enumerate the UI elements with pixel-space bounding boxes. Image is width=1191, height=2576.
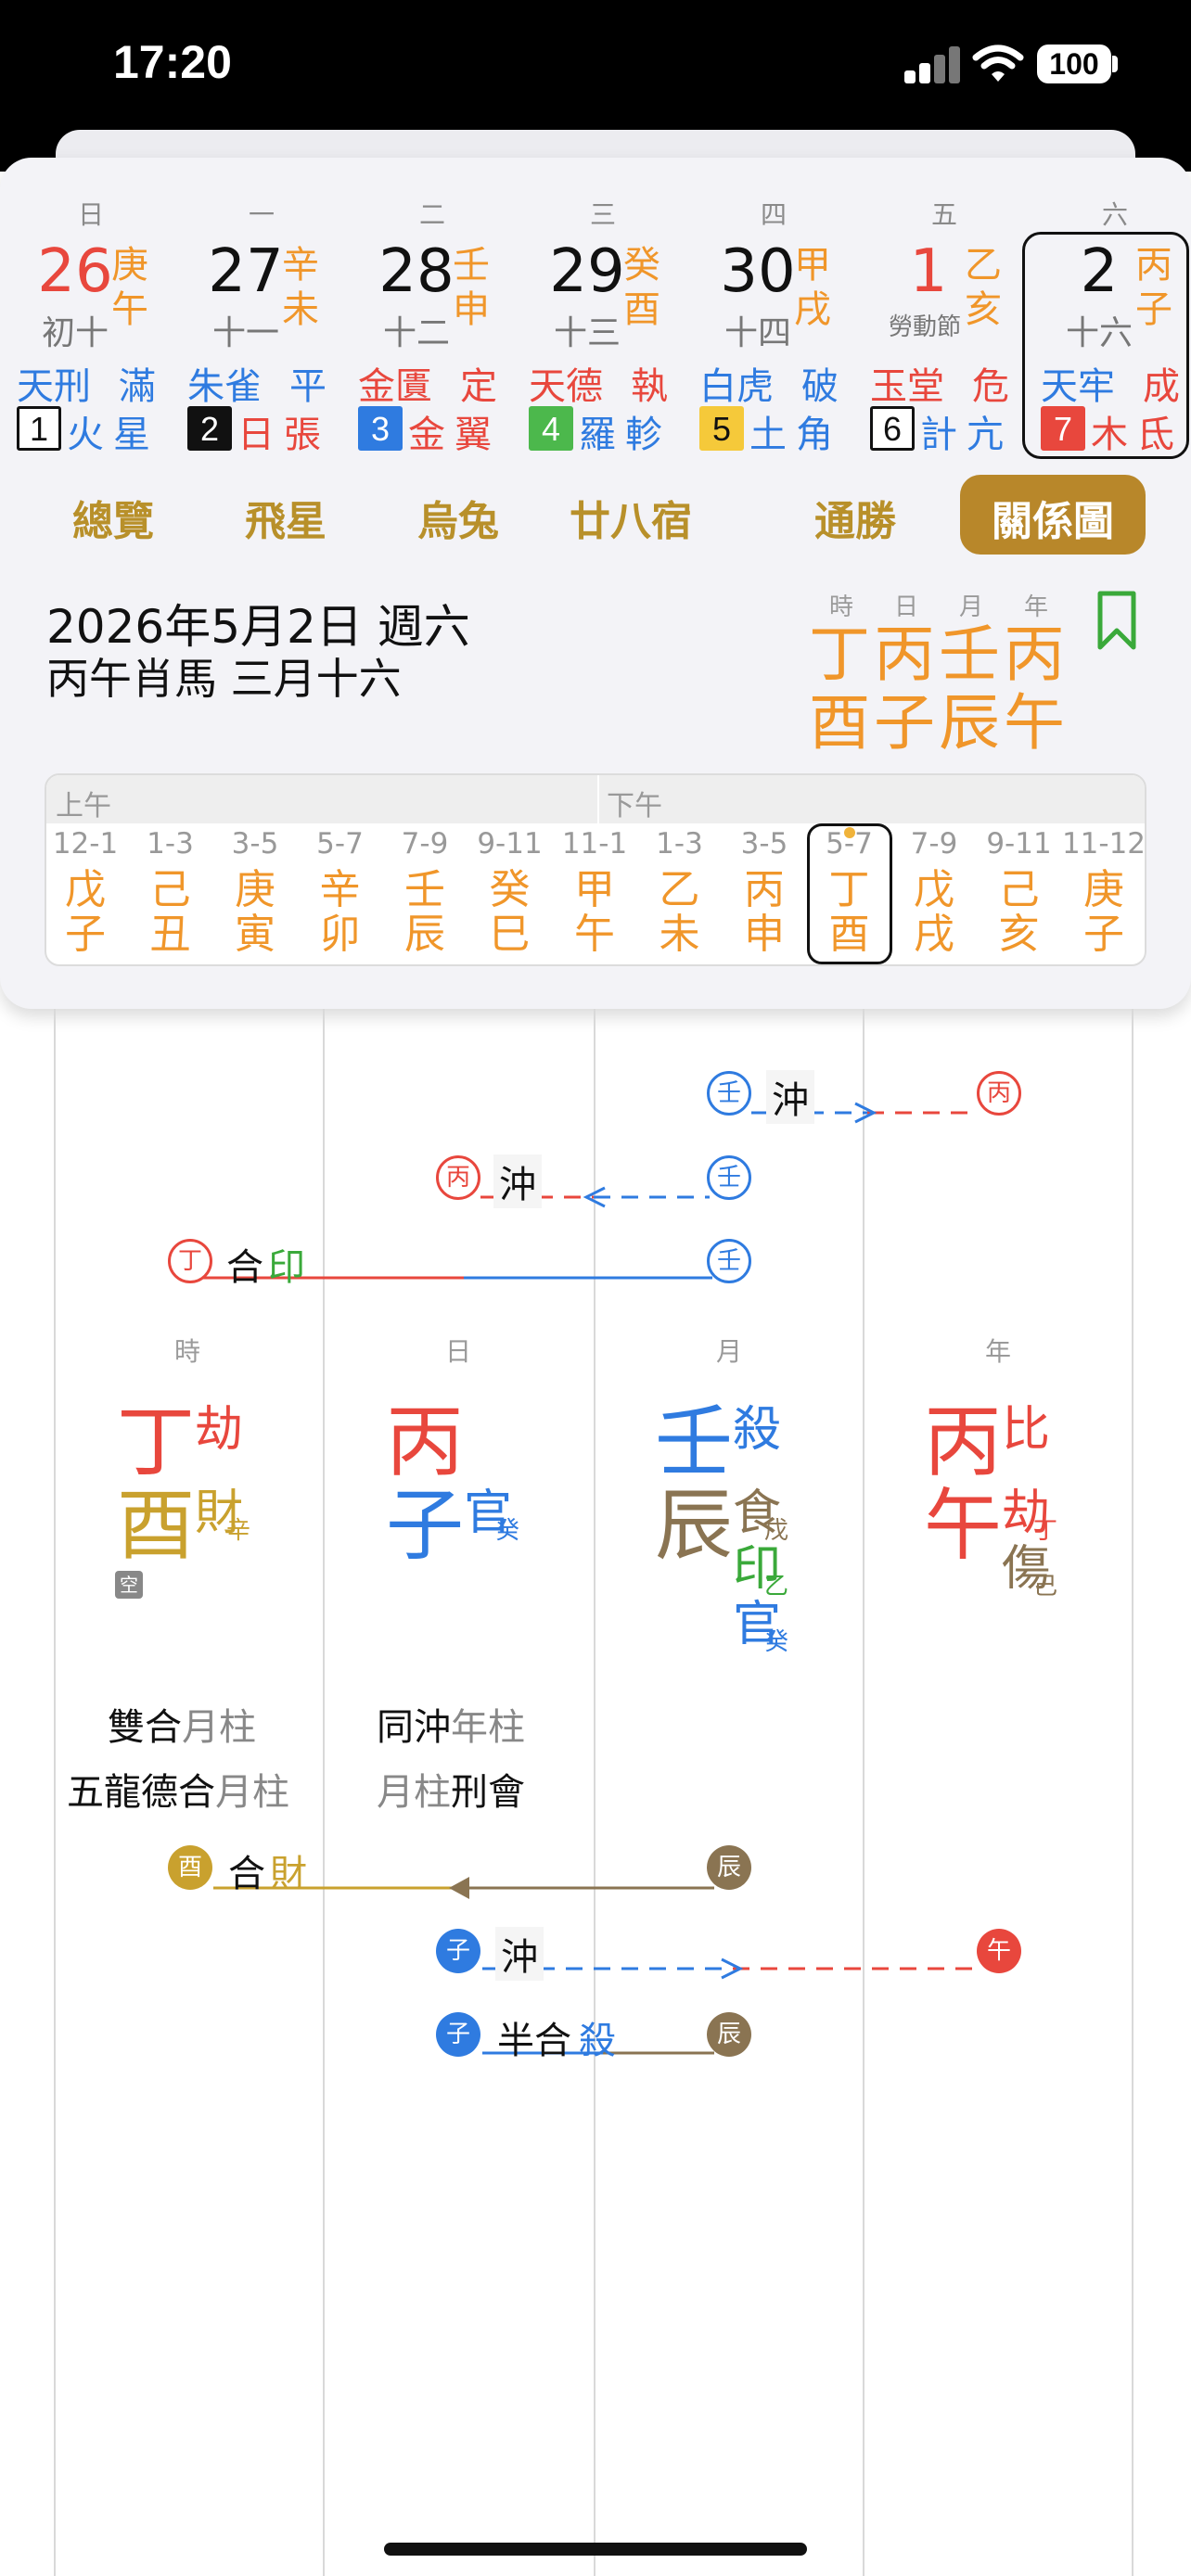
hour-stem-god: 劫 — [195, 1402, 244, 1458]
relation-target: 月柱 — [215, 1771, 289, 1814]
relation-text: 雙合 — [108, 1706, 182, 1749]
pillar-head-year: 年 — [984, 1336, 1011, 1367]
relation-target: 月柱 — [182, 1706, 256, 1749]
pillar-head-day: 日 — [444, 1336, 471, 1367]
relation-text: 五龍德合 — [67, 1771, 215, 1814]
year-stem: 丙 — [924, 1396, 1003, 1487]
node-month-stem[interactable]: 壬 — [707, 1239, 751, 1283]
relation-god: 殺 — [579, 2020, 616, 2062]
month-stem-god: 殺 — [733, 1402, 782, 1458]
day-branch: 子 — [386, 1480, 465, 1571]
node-month-branch[interactable]: 辰 — [707, 2012, 751, 2057]
relation-god: 財 — [270, 1853, 307, 1895]
hour-relation-2: 五龍德合月柱 — [67, 1762, 289, 1816]
relation-target: 年柱 — [451, 1706, 525, 1749]
node-hour-branch[interactable]: 酉 — [168, 1845, 212, 1890]
pillar-head-month: 月 — [715, 1336, 742, 1367]
hour-stem: 丁 — [117, 1396, 196, 1487]
day-hidden-stem: 癸 — [495, 1517, 520, 1545]
relation-label: 沖 — [495, 1927, 544, 1981]
relation-label: 沖 — [766, 1070, 814, 1124]
node-month-branch[interactable]: 辰 — [707, 1845, 751, 1890]
month-branch: 辰 — [655, 1480, 734, 1571]
relation-text: 刑會 — [451, 1771, 525, 1814]
hour-hidden-stem: 辛 — [226, 1517, 251, 1545]
hour-branch: 酉 — [117, 1480, 196, 1571]
node-day-branch[interactable]: 子 — [436, 1929, 480, 1973]
day-relation-2: 月柱刑會 — [377, 1762, 525, 1816]
year-branch: 午 — [924, 1480, 1003, 1571]
relation-label: 合 — [226, 1246, 263, 1289]
node-month-stem[interactable]: 壬 — [707, 1155, 751, 1200]
node-month-stem[interactable]: 壬 — [707, 1071, 751, 1116]
month-stem: 壬 — [655, 1396, 734, 1487]
home-indicator[interactable] — [384, 2543, 807, 2556]
relation-god: 印 — [268, 1246, 305, 1289]
relation-label: 合 — [228, 1853, 265, 1895]
relation-target: 月柱 — [377, 1771, 451, 1814]
day-stem: 丙 — [386, 1396, 465, 1487]
relation-label: 沖 — [493, 1154, 542, 1208]
node-day-branch[interactable]: 子 — [436, 2012, 480, 2057]
year-stem-god: 比 — [1002, 1402, 1051, 1458]
relation-label: 半合 — [497, 2020, 571, 2062]
relation-lines — [190, 1102, 983, 2055]
relation-text: 同沖 — [377, 1706, 451, 1749]
hour-relation-1: 雙合月柱 — [108, 1697, 256, 1751]
void-badge: 空 — [115, 1571, 143, 1599]
year-hidden-stem-2: 己 — [1033, 1573, 1058, 1600]
node-year-branch[interactable]: 午 — [977, 1929, 1021, 1973]
node-hour-stem[interactable]: 丁 — [168, 1239, 212, 1283]
pillar-head-hour: 時 — [173, 1336, 200, 1367]
node-year-stem[interactable]: 丙 — [977, 1071, 1021, 1116]
node-day-stem[interactable]: 丙 — [436, 1155, 480, 1200]
day-relation-1: 同沖年柱 — [377, 1697, 525, 1751]
month-hidden-stem-3: 癸 — [764, 1628, 789, 1656]
